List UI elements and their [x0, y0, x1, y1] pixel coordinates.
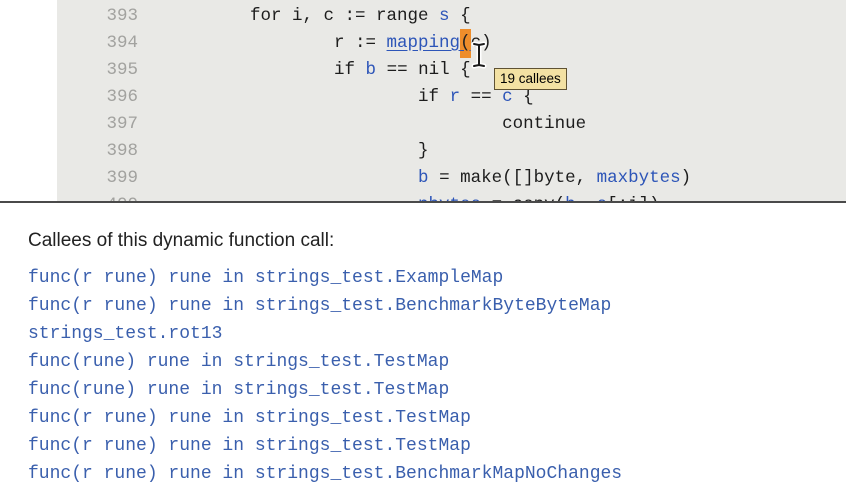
- line-number: 393: [57, 3, 166, 30]
- code-text: }: [166, 138, 429, 165]
- code-line: 397 continue: [57, 111, 846, 138]
- code-line: 398 }: [57, 138, 846, 165]
- code-text: if b == nil {: [166, 57, 471, 84]
- callee-item[interactable]: func(r rune) rune in strings_test.TestMa…: [28, 404, 846, 432]
- code-token: [:i]): [607, 195, 660, 203]
- code-line: 399 b = make([]byte, maxbytes): [57, 165, 846, 192]
- callee-item[interactable]: func(r rune) rune in strings_test.Benchm…: [28, 292, 846, 320]
- code-token: ,: [576, 195, 597, 203]
- code-token: ==: [460, 87, 502, 107]
- callee-item[interactable]: func(rune) rune in strings_test.TestMap: [28, 376, 846, 404]
- highlighted-callsite[interactable]: (: [460, 29, 471, 58]
- callee-item[interactable]: func(r rune) rune in strings_test.Exampl…: [28, 264, 846, 292]
- code-line: 393 for i, c := range s {: [57, 3, 846, 30]
- code-token: {: [513, 87, 534, 107]
- code-lines: 393 for i, c := range s {394 r := mappin…: [57, 3, 846, 203]
- function-link[interactable]: mapping: [387, 33, 461, 53]
- code-token: {: [450, 6, 471, 26]
- code-token: r :=: [166, 33, 387, 53]
- line-number: 394: [57, 30, 166, 57]
- identifier-link[interactable]: c: [502, 87, 513, 107]
- callees-heading: Callees of this dynamic function call:: [28, 229, 846, 252]
- line-number: 400: [57, 192, 166, 203]
- code-text: for i, c := range s {: [166, 3, 471, 30]
- code-token: }: [166, 141, 429, 161]
- code-text: b = make([]byte, maxbytes): [166, 165, 691, 192]
- code-line: 395 if b == nil {: [57, 57, 846, 84]
- code-token: = copy(: [481, 195, 565, 203]
- identifier-link[interactable]: r: [450, 87, 461, 107]
- callee-list: func(r rune) rune in strings_test.Exampl…: [28, 264, 846, 488]
- code-text: nbytes = copy(b, s[:i]): [166, 192, 660, 203]
- code-text: continue: [166, 111, 586, 138]
- callees-panel: Callees of this dynamic function call: f…: [28, 229, 846, 488]
- code-token: = make([]byte,: [429, 168, 597, 188]
- code-viewer-pane: 393 for i, c := range s {394 r := mappin…: [0, 0, 846, 203]
- code-line: 394 r := mapping(c): [57, 30, 846, 57]
- identifier-link[interactable]: b: [565, 195, 576, 203]
- code-text: r := mapping(c): [166, 30, 492, 57]
- code-token: if: [166, 87, 450, 107]
- code-text: if r == c {: [166, 84, 534, 111]
- code-token: [166, 195, 418, 203]
- code-token: == nil {: [376, 60, 471, 80]
- line-number: 397: [57, 111, 166, 138]
- line-number: 395: [57, 57, 166, 84]
- code-token: [166, 168, 418, 188]
- callee-item[interactable]: strings_test.rot13: [28, 320, 846, 348]
- code-token: ): [681, 168, 692, 188]
- identifier-link[interactable]: s: [597, 195, 608, 203]
- identifier-link[interactable]: s: [439, 6, 450, 26]
- callee-item[interactable]: func(r rune) rune in strings_test.TestMa…: [28, 432, 846, 460]
- line-number: 396: [57, 84, 166, 111]
- line-number: 399: [57, 165, 166, 192]
- identifier-link[interactable]: nbytes: [418, 195, 481, 203]
- identifier-link[interactable]: b: [418, 168, 429, 188]
- callee-item[interactable]: func(rune) rune in strings_test.TestMap: [28, 348, 846, 376]
- code-token: if: [166, 60, 366, 80]
- identifier-link[interactable]: maxbytes: [597, 168, 681, 188]
- line-number: 398: [57, 138, 166, 165]
- code-line: 396 if r == c {: [57, 84, 846, 111]
- code-token: for i, c := range: [166, 6, 439, 26]
- identifier-link[interactable]: b: [366, 60, 377, 80]
- code-token: continue: [166, 114, 586, 134]
- code-line: 400 nbytes = copy(b, s[:i]): [57, 192, 846, 203]
- text-cursor-icon: [470, 41, 490, 74]
- callees-tooltip: 19 callees: [494, 68, 567, 90]
- callee-item[interactable]: func(r rune) rune in strings_test.Benchm…: [28, 460, 846, 488]
